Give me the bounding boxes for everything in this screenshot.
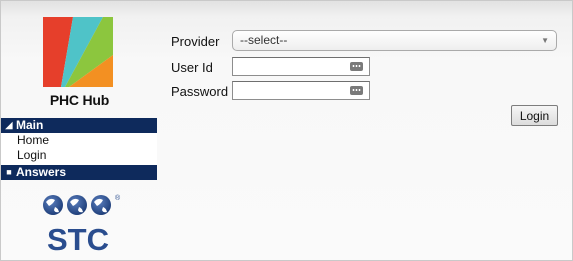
stc-logo: ® STC (43, 194, 121, 254)
nav-section-main[interactable]: ◢ Main (1, 118, 157, 133)
nav-item-login[interactable]: Login (1, 148, 157, 163)
nav-main-items: Home Login (1, 133, 157, 165)
password-label: Password (171, 84, 229, 99)
nav-section-answers[interactable]: ■ Answers (1, 165, 157, 180)
nav-section-answers-label: Answers (16, 165, 67, 179)
keyboard-icon[interactable] (350, 86, 363, 95)
nav-item-home[interactable]: Home (1, 133, 157, 148)
provider-select[interactable]: --select-- ▼ (232, 30, 557, 51)
page-frame: PHC Hub ◢ Main Home Login ■ Answers ® ST… (0, 0, 573, 261)
keyboard-icon[interactable] (350, 62, 363, 71)
provider-label: Provider (171, 34, 220, 49)
app-name: PHC Hub (49, 92, 110, 108)
dropdown-caret-icon: ▼ (541, 36, 549, 45)
registered-mark: ® (115, 194, 121, 202)
provider-select-value: --select-- (240, 33, 288, 47)
userid-label: User Id (171, 60, 213, 75)
phc-hub-logo (43, 17, 113, 87)
square-bullet-icon: ■ (6, 167, 12, 177)
sidebar: PHC Hub ◢ Main Home Login ■ Answers ® ST… (1, 1, 158, 260)
login-button[interactable]: Login (511, 105, 558, 126)
nav-section-main-label: Main (16, 118, 44, 132)
collapse-triangle-icon: ◢ (5, 120, 13, 130)
stc-wordmark: STC (47, 222, 109, 254)
